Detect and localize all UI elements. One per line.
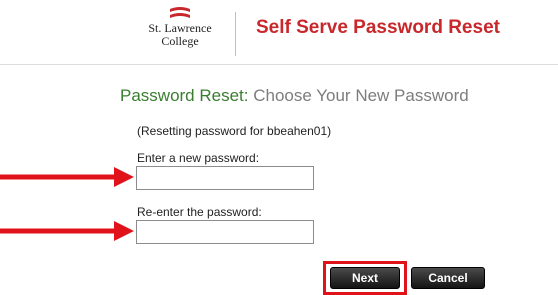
- heading-prefix: Password Reset:: [120, 86, 249, 105]
- heading-subtitle: Choose Your New Password: [253, 86, 469, 105]
- header-divider: [235, 12, 236, 56]
- header-rule: [0, 64, 558, 65]
- new-password-input[interactable]: [136, 166, 314, 190]
- site-title: Self Serve Password Reset: [256, 17, 500, 38]
- logo-text-line-2: College: [161, 34, 199, 48]
- site-header: St. Lawrence College Self Serve Password…: [0, 0, 558, 66]
- confirm-password-input[interactable]: [136, 220, 314, 244]
- confirm-password-label: Re-enter the password:: [137, 205, 262, 219]
- resetting-account-note: (Resetting password for bbeahen01): [137, 124, 332, 138]
- logo-mark-icon: [170, 7, 190, 18]
- college-logo: St. Lawrence College: [138, 6, 222, 58]
- next-button[interactable]: Next: [330, 267, 400, 289]
- new-password-label: Enter a new password:: [137, 151, 260, 165]
- arrow-confirm-password-icon: [0, 221, 134, 241]
- arrow-new-password-icon: [0, 167, 134, 187]
- cancel-button[interactable]: Cancel: [411, 267, 485, 289]
- page-heading: Password Reset: Choose Your New Password: [120, 86, 469, 106]
